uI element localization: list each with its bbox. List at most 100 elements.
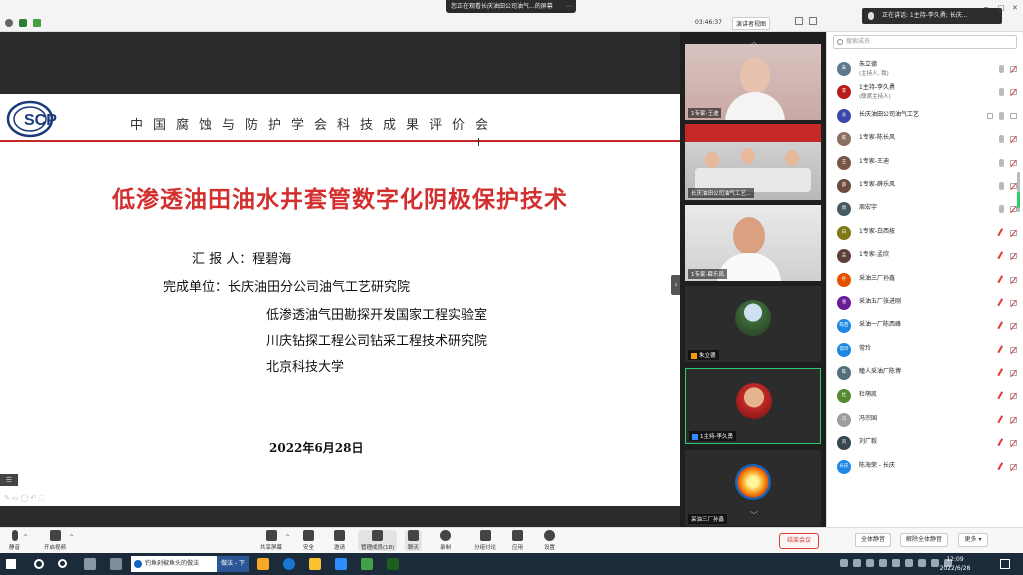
mute-button[interactable]: 静音 ^ (9, 530, 28, 551)
share-menu-icon[interactable]: ☰ (0, 474, 18, 486)
search-input[interactable]: 搜索成员 (833, 35, 1017, 49)
mic-icon[interactable] (999, 181, 1004, 190)
browser-search-box[interactable]: 钓鱼剁椒鱼头的做法 (131, 556, 217, 572)
camera-off-icon[interactable] (1010, 299, 1017, 306)
info-icon[interactable] (5, 19, 13, 27)
camera-off-icon[interactable] (1010, 276, 1017, 283)
tray-icon[interactable] (905, 559, 913, 567)
camera-off-icon[interactable] (1010, 206, 1017, 213)
participant-row[interactable]: 陈 1专家-陈长风 (827, 128, 1023, 151)
speaker-view-button[interactable]: 演讲者视图 (732, 17, 771, 30)
camera-off-icon[interactable] (1010, 346, 1017, 353)
mic-icon[interactable] (999, 135, 1004, 144)
close-icon[interactable]: ✕ (1012, 4, 1018, 12)
camera-off-icon[interactable] (1010, 463, 1017, 470)
security-button[interactable]: 安全 (303, 530, 314, 551)
participant-row[interactable]: 长庆 陈海荣 - 长庆 (827, 456, 1023, 479)
mic-muted-icon[interactable] (997, 438, 1006, 448)
browser-tab[interactable]: 做法 - 下 (217, 556, 249, 572)
mic-muted-icon[interactable] (997, 461, 1006, 472)
camera-off-icon[interactable] (1010, 323, 1017, 330)
mic-icon[interactable] (999, 65, 1004, 73)
manage-participants-button[interactable]: 管理成员(18) (358, 530, 398, 551)
chat-button[interactable]: 聊天 (405, 530, 423, 551)
annotation-tools-icon[interactable]: ✎▭◯↶⬚ (4, 494, 47, 502)
participant-row[interactable]: 王 1专家-王迪 (827, 152, 1023, 175)
chevron-up-icon[interactable]: ^ (69, 534, 74, 541)
tray-icon[interactable] (918, 559, 926, 567)
camera-off-icon[interactable] (1010, 416, 1017, 423)
search-icon[interactable] (34, 559, 44, 569)
participant-row[interactable]: 冯冯宗国 (827, 409, 1023, 432)
more-button[interactable]: 更多 ▾ (958, 533, 988, 547)
camera-off-icon[interactable] (1010, 229, 1017, 236)
participant-row[interactable]: 李 1主持-李久勇 (联席主持人) (827, 81, 1023, 104)
participant-row[interactable]: 薛 1专家-薛乐风 (827, 175, 1023, 198)
participant-row[interactable]: 孙采油三厂孙鑫 (827, 269, 1023, 292)
mic-icon[interactable] (999, 205, 1004, 214)
tray-icon[interactable] (879, 559, 887, 567)
minimize-icon[interactable]: ─ (984, 4, 988, 12)
participant-row[interactable]: 白 1专家-白西按 (827, 222, 1023, 245)
camera-off-icon[interactable] (1010, 89, 1017, 96)
apps-button[interactable]: 应用 (512, 530, 523, 551)
task-view-icon[interactable] (84, 558, 96, 570)
unmute-all-button[interactable]: 解除全体静音 (900, 533, 948, 547)
video-tile-active-speaker[interactable]: 1主持-李久勇 (685, 368, 821, 444)
participant-row[interactable]: 杜杜萌凯 (827, 385, 1023, 408)
mute-all-button[interactable]: 全体静音 (855, 533, 891, 547)
camera-off-icon[interactable] (1010, 370, 1017, 377)
mic-muted-icon[interactable] (997, 251, 1006, 261)
camera-off-icon[interactable] (1010, 136, 1017, 143)
camera-off-icon[interactable] (1010, 182, 1017, 189)
video-tile[interactable]: 朱立德 (685, 286, 821, 362)
camera-off-icon[interactable] (1010, 159, 1017, 166)
settings-button[interactable]: 设置 (544, 530, 555, 551)
scroll-down-icon[interactable]: ﹀ (750, 510, 758, 521)
participant-row[interactable]: 刘刘广毅 (827, 432, 1023, 455)
end-meeting-button[interactable]: 结束会议 (779, 533, 819, 549)
participant-row[interactable]: 朱 朱立德 (主持人, 我) (827, 58, 1023, 81)
video-tile[interactable]: 1专家-王迪 (685, 44, 821, 120)
camera-off-icon[interactable] (1010, 253, 1017, 260)
invite-button[interactable]: 邀请 (334, 530, 345, 551)
video-button[interactable]: 开启视频 ^ (44, 530, 74, 551)
wechat-icon[interactable] (361, 558, 373, 570)
file-explorer-icon[interactable] (257, 558, 269, 570)
mic-muted-icon[interactable] (997, 274, 1006, 285)
windows-start-icon[interactable] (6, 559, 16, 569)
mic-muted-icon[interactable] (997, 298, 1006, 308)
mic-muted-icon[interactable] (997, 391, 1006, 402)
excel-icon[interactable] (387, 558, 399, 570)
mic-muted-icon[interactable] (997, 321, 1006, 332)
breakout-rooms-button[interactable]: 分组讨论 (474, 530, 496, 551)
camera-off-icon[interactable] (1010, 66, 1017, 72)
mic-muted-icon[interactable] (997, 415, 1006, 425)
share-banner[interactable]: 您正在观看长庆油田公司油气...的屏幕 ⋯ (446, 0, 576, 13)
pinned-app-icon[interactable] (110, 558, 122, 570)
cortana-icon[interactable] (58, 559, 67, 568)
gallery-icon[interactable] (809, 17, 817, 25)
mic-icon[interactable] (999, 111, 1004, 120)
mic-muted-icon[interactable] (997, 344, 1006, 355)
record-button[interactable]: 录制 (440, 530, 451, 551)
chevron-up-icon[interactable]: ^ (23, 534, 28, 541)
tray-icon[interactable] (840, 559, 848, 567)
share-screen-button[interactable]: 共享屏幕 ^ (260, 530, 290, 551)
participant-row[interactable]: 周周宏宇 (827, 198, 1023, 221)
tray-icon[interactable] (866, 559, 874, 567)
chevron-up-icon[interactable]: ^ (285, 534, 290, 541)
participant-row[interactable]: 常玲 常玲 (827, 339, 1023, 362)
participant-row[interactable]: 长长庆油田公司油气工艺 (827, 105, 1023, 128)
meeting-app-icon[interactable] (335, 558, 347, 570)
mic-icon[interactable] (999, 158, 1004, 167)
participant-row[interactable]: 孟 1专家-孟欣 (827, 245, 1023, 268)
mic-muted-icon[interactable] (997, 368, 1006, 378)
camera-off-icon[interactable] (1010, 440, 1017, 447)
fullscreen-icon[interactable] (795, 17, 803, 25)
mic-muted-icon[interactable] (997, 228, 1006, 238)
banner-expand-icon[interactable]: ⋯ (566, 0, 572, 13)
mic-icon[interactable] (999, 88, 1004, 97)
folder-icon[interactable] (309, 558, 321, 570)
camera-icon[interactable] (1010, 112, 1017, 119)
